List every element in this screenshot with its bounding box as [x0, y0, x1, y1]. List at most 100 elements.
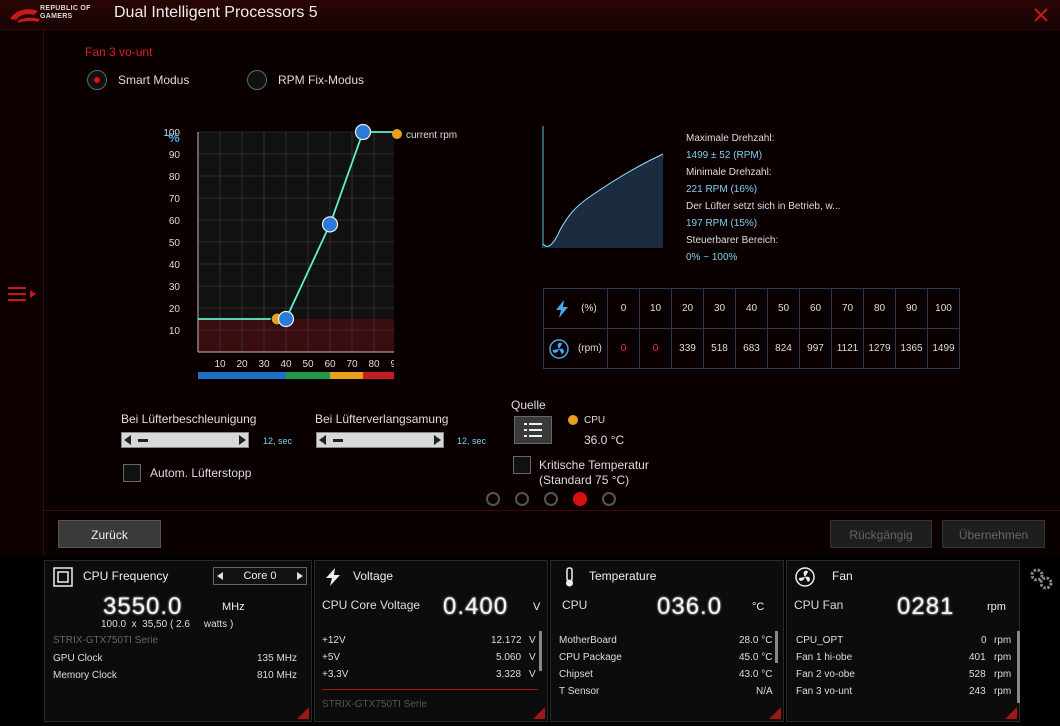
fan1-value: 401	[969, 652, 986, 663]
table-cell: 20	[671, 288, 704, 329]
x-tick-label: 90	[390, 359, 394, 370]
cpu-package-label: CPU Package	[559, 652, 622, 663]
cpu-ratio-line: 100.0 x 35,50 ( 2.6 watts )	[101, 619, 234, 630]
table-cell: 100	[927, 288, 960, 329]
core-prev-icon[interactable]	[217, 572, 223, 580]
critical-temp-label: Kritische Temperatur (Standard 75 °C)	[539, 458, 649, 488]
chart-legend: current rpm	[392, 129, 457, 141]
percent-row: (%) 0 10 20 30 40 50 60 70 80 90 100	[543, 288, 960, 329]
y-tick-label: 30	[169, 282, 181, 293]
v33-value: 3.328	[496, 669, 522, 680]
rpm-fix-mode-radio[interactable]	[247, 70, 267, 90]
voltage-panel[interactable]: Voltage CPU Core Voltage 0.400 V +12V 12…	[314, 560, 548, 722]
table-cell: 683	[735, 328, 768, 369]
y-tick-label: 80	[169, 172, 181, 183]
source-select-button[interactable]	[514, 416, 552, 444]
temperature-panel-title: Temperature	[589, 569, 657, 583]
voltage-divider	[322, 689, 538, 690]
gear-icon[interactable]	[1028, 566, 1054, 592]
table-cell: 0	[607, 288, 640, 329]
fan-panel-title: Fan	[832, 569, 853, 583]
source-dot-icon	[568, 415, 578, 425]
x-tick-label: 10	[214, 359, 226, 370]
temperature-band	[198, 372, 286, 379]
lightning-icon	[556, 299, 569, 318]
slider-knob[interactable]	[333, 439, 343, 442]
rpm-row: (rpm) 0 0 339 518 683 824 997 1121 1279 …	[543, 328, 960, 369]
rpm-fix-mode-label: RPM Fix-Modus	[278, 73, 365, 87]
page-dot-1[interactable]	[486, 492, 500, 506]
apply-button[interactable]: Übernehmen	[942, 520, 1045, 548]
fan-info: Maximale Drehzahl: 1499 ± 52 (RPM) Minim…	[686, 130, 841, 266]
decel-slider[interactable]	[316, 432, 444, 448]
v12-unit: V	[529, 635, 536, 646]
fan-curve-chart[interactable]: 1009080706050403020101020304050607080901…	[144, 90, 394, 410]
temperature-panel[interactable]: Temperature CPU 036.0 °C MotherBoard 28.…	[550, 560, 784, 722]
rpm-table: (%) 0 10 20 30 40 50 60 70 80 90 100 (rp…	[543, 288, 960, 369]
fan-name: Fan 3 vo-unt	[85, 45, 153, 59]
x-tick-label: 40	[280, 359, 292, 370]
table-cell: 518	[703, 328, 736, 369]
slider-right-arrow-icon[interactable]	[434, 435, 441, 445]
temperature-scrollbar[interactable]	[775, 631, 778, 663]
lightning-icon	[326, 568, 340, 586]
table-cell: 60	[799, 288, 832, 329]
x-tick-label: 80	[368, 359, 380, 370]
accel-slider[interactable]	[121, 432, 249, 448]
fan-settings-panel: Fan 3 vo-unt Smart Modus RPM Fix-Modus 1…	[44, 30, 1060, 556]
page-dot-4[interactable]	[573, 492, 587, 506]
slider-knob[interactable]	[138, 439, 148, 442]
fan-icon	[549, 338, 569, 359]
fan3-value: 243	[969, 686, 986, 697]
curve-handle[interactable]	[321, 216, 339, 233]
page-dot-2[interactable]	[515, 492, 529, 506]
menu-icon[interactable]	[8, 286, 40, 302]
x-tick-label: 30	[258, 359, 270, 370]
divider	[44, 510, 1060, 511]
cpu-opt-unit: rpm	[994, 635, 1012, 646]
core-next-icon[interactable]	[297, 572, 303, 580]
memory-clock-value: 810 MHz	[257, 670, 298, 681]
logo-text: REPUBLIC OF GAMERS	[40, 5, 91, 21]
legend-dot-icon	[392, 129, 402, 139]
voltage-scrollbar[interactable]	[539, 631, 542, 671]
rpm-header: (rpm)	[543, 328, 608, 369]
curve-handle[interactable]	[354, 123, 372, 141]
motherboard-label: MotherBoard	[559, 635, 617, 646]
fan-panel[interactable]: Fan CPU Fan 0281 rpm CPU_OPT 0 rpm Fan 1…	[786, 560, 1020, 722]
page-dot-3[interactable]	[544, 492, 558, 506]
voltage-footer: STRIX-GTX750TI Serie	[322, 699, 428, 710]
page-dot-5[interactable]	[602, 492, 616, 506]
logo-line2: GAMERS	[40, 13, 73, 20]
undo-button[interactable]: Rückgängig	[830, 520, 932, 548]
temperature-band	[286, 372, 330, 379]
auto-stop-checkbox[interactable]	[123, 464, 141, 482]
slider-left-arrow-icon[interactable]	[124, 435, 131, 445]
cpu-frequency-value: 3550.0	[103, 593, 183, 620]
fan-scrollbar[interactable]	[1017, 631, 1020, 703]
table-cell: 30	[703, 288, 736, 329]
start-speed-value: 197 RPM (15%)	[686, 218, 758, 229]
critical-temp-checkbox[interactable]	[513, 456, 531, 474]
v5-label: +5V	[322, 652, 341, 663]
x-tick-label: 20	[236, 359, 248, 370]
slider-left-arrow-icon[interactable]	[319, 435, 326, 445]
cpu-core-voltage-label: CPU Core Voltage	[322, 598, 421, 612]
motherboard-value: 28.0 °C	[739, 635, 773, 646]
table-cell: 0	[639, 328, 672, 369]
panel-corner-icon	[533, 707, 545, 719]
smart-mode-radio[interactable]	[87, 70, 107, 90]
back-button[interactable]: Zurück	[58, 520, 161, 548]
slider-right-arrow-icon[interactable]	[239, 435, 246, 445]
core-selector[interactable]: Core 0	[213, 567, 307, 585]
cpu-frequency-panel[interactable]: CPU Frequency Core 0 3550.0 MHz 100.0 x …	[44, 560, 312, 722]
fan3-label: Fan 3 vo-unt	[796, 686, 853, 697]
close-icon[interactable]	[1030, 4, 1052, 26]
logo-line1: REPUBLIC OF	[40, 5, 91, 12]
y-tick-label: 70	[169, 194, 181, 205]
smart-mode-label: Smart Modus	[118, 73, 190, 87]
cpu-panel-title: CPU Frequency	[83, 569, 169, 583]
curve-handle[interactable]	[277, 310, 295, 328]
cpu-temp-label: CPU	[562, 598, 588, 612]
legend-label: current rpm	[406, 130, 458, 141]
